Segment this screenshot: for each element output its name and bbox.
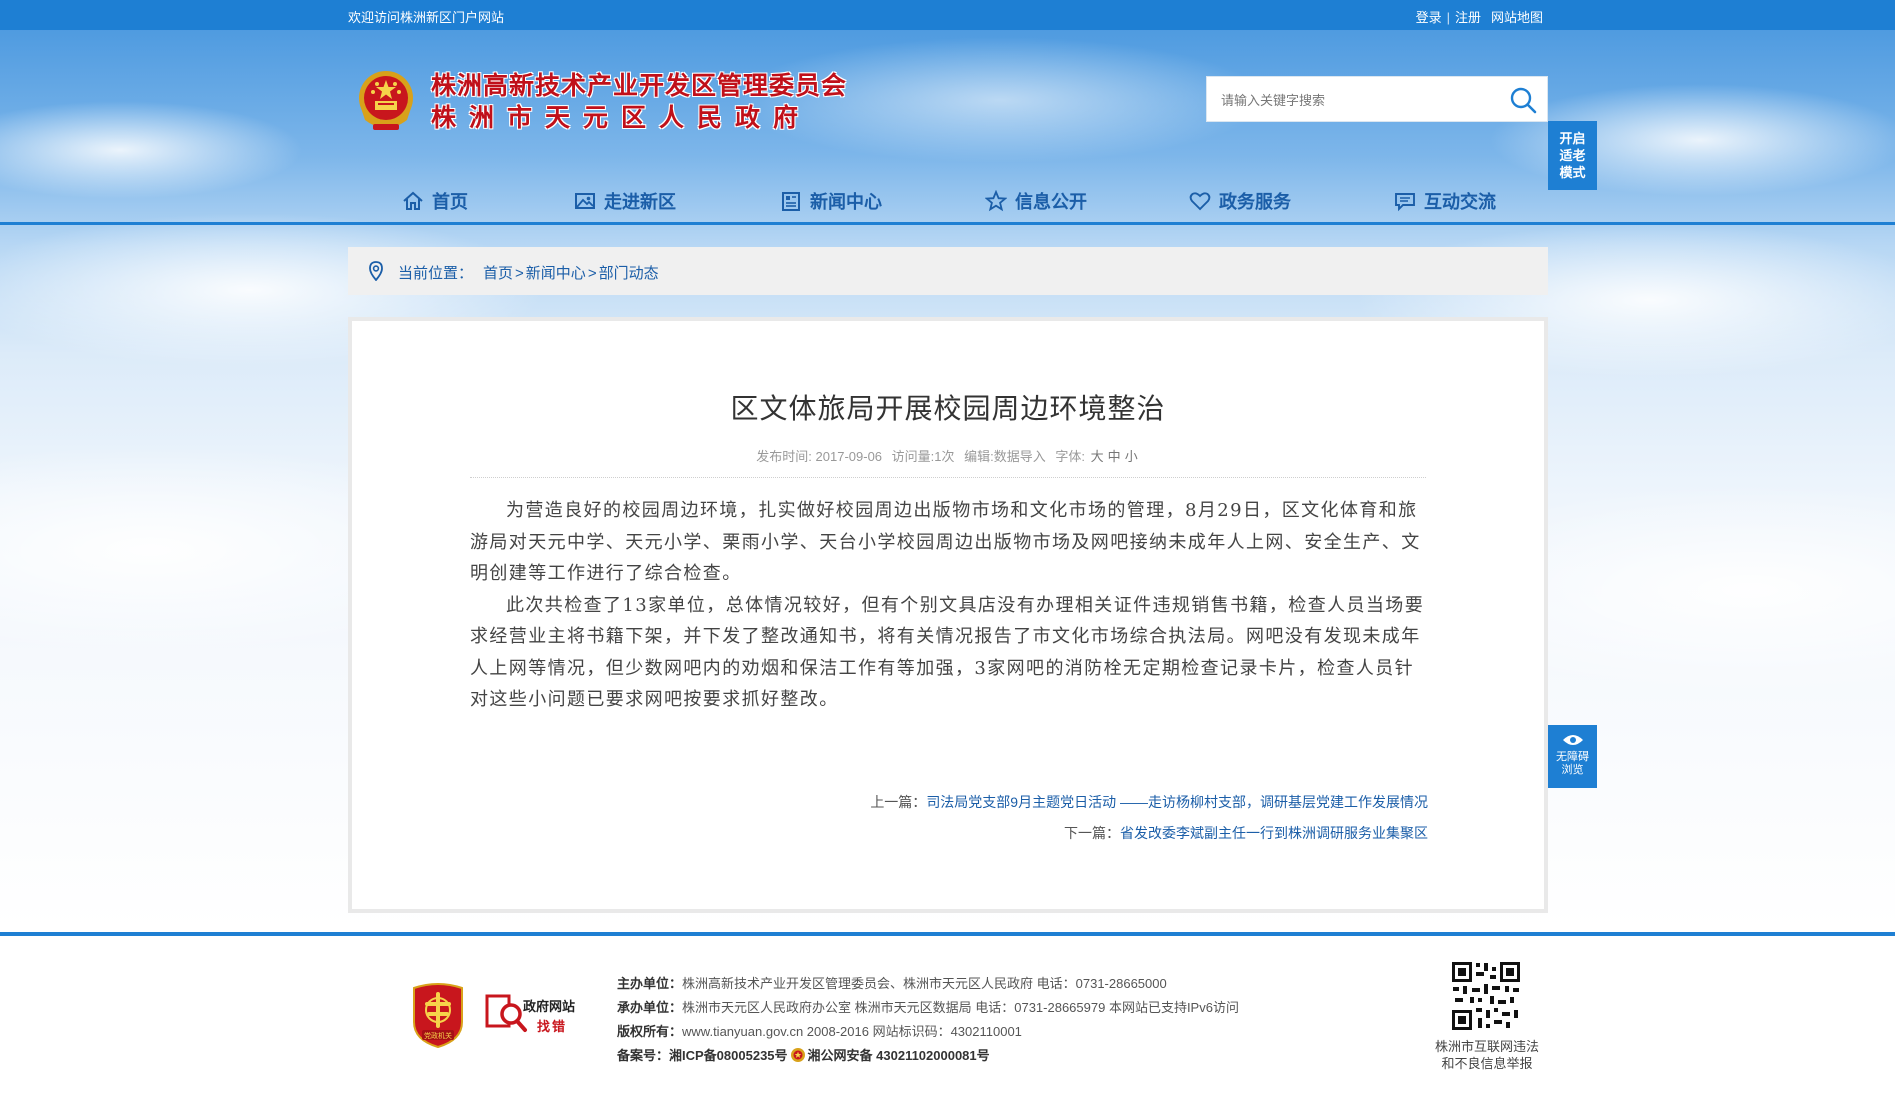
nav-item-news[interactable]: 新闻中心 [780, 188, 882, 214]
icp-label: 备案号： [617, 1048, 670, 1063]
breadcrumb-separator: > [587, 265, 597, 282]
breadcrumb-news-link[interactable]: 新闻中心 [526, 265, 586, 282]
org-text: 株洲市天元区人民政府办公室 株洲市天元区数据局 电话：0731-28665979… [682, 1000, 1239, 1015]
meta-views-label: 访问量: [891, 449, 935, 464]
party-gov-badge-icon[interactable]: 党政机关 [410, 982, 466, 1048]
meta-font-label: 字体: [1055, 449, 1086, 464]
meta-published-label: 发布时间: [756, 449, 812, 464]
elder-mode-label: 开启 [1559, 131, 1586, 146]
title-divider [470, 477, 1426, 478]
article-paragraph: 为营造良好的校园周边环境，扎实做好校园周边出版物市场和文化市场的管理，8月29日… [470, 500, 1421, 584]
meta-editor-label: 编辑: [964, 449, 994, 464]
org-label: 承办单位： [617, 1000, 683, 1015]
icp-link[interactable]: 湘ICP备08005235号 [669, 1048, 788, 1063]
star-icon [985, 190, 1007, 212]
eye-icon [1562, 735, 1583, 745]
elder-mode-label: 适老 [1559, 148, 1586, 163]
register-link[interactable]: 注册 [1455, 10, 1481, 25]
search-icon[interactable] [1509, 86, 1537, 114]
breadcrumb: 当前位置： 首页 > 新闻中心 > 部门动态 [348, 247, 1548, 295]
footer: 党政机关 政府网站 找错 主办单位：株洲高新技术产业开发区管理委员会、株洲市天元… [0, 936, 1895, 1093]
article-panel: 区文体旅局开展校园周边环境整治 发布时间: 2017-09-06 访问量:1次 … [348, 317, 1548, 913]
national-emblem-icon [359, 71, 413, 130]
qr-caption: 株洲市互联网违法 和不良信息举报 [1410, 1038, 1564, 1072]
accessibility-label: 无障碍 [1556, 751, 1589, 763]
article-title: 区文体旅局开展校园周边环境整治 [730, 393, 1166, 424]
next-label: 下一篇： [1064, 825, 1120, 841]
link-separator: | [1446, 10, 1450, 25]
nav-item-label: 政务服务 [1219, 192, 1291, 212]
search-input[interactable] [1221, 90, 1491, 110]
elder-mode-label: 模式 [1559, 165, 1586, 180]
breadcrumb-prefix: 当前位置： [398, 265, 474, 282]
host-label: 主办单位： [617, 976, 683, 991]
home-icon [403, 191, 423, 210]
next-article-link[interactable]: 省发改委李斌副主任一行到株洲调研服务业集聚区 [1120, 825, 1428, 841]
sitemap-link[interactable]: 网站地图 [1491, 10, 1543, 25]
nav-item-label: 首页 [432, 192, 468, 212]
chat-icon [1395, 193, 1415, 212]
picture-icon [575, 193, 595, 209]
badge-zf-line2: 找错 [537, 1019, 568, 1034]
footer-info: 主办单位：株洲高新技术产业开发区管理委员会、株洲市天元区人民政府 电话：0731… [617, 972, 1239, 1068]
nav-item-info[interactable]: 信息公开 [985, 188, 1087, 214]
logo-text: 株洲高新技术产业开发区管理委员会 株洲市天元区人民政府 [431, 70, 847, 134]
top-links: 登录 | 注册 网站地图 [1416, 7, 1543, 26]
qr-code-icon [1450, 960, 1522, 1032]
nav-item-label: 互动交流 [1424, 192, 1496, 212]
heart-icon [1189, 192, 1211, 211]
prev-label: 上一篇： [870, 794, 927, 810]
main-nav: 首页 走进新区 新闻中心 信息公开 政务服务 互动交流 [0, 180, 1895, 224]
location-pin-icon [369, 261, 383, 281]
nav-divider [0, 222, 1895, 225]
meta-editor: 数据导入 [993, 449, 1046, 464]
breadcrumb-dept-link[interactable]: 部门动态 [599, 265, 659, 282]
accessibility-label: 浏览 [1561, 764, 1584, 776]
qr-caption-line: 株洲市互联网违法 [1434, 1039, 1539, 1054]
logo-title-line2: 株洲市天元区人民政府 [431, 103, 812, 132]
nav-item-label: 新闻中心 [810, 192, 882, 212]
font-size-medium-button[interactable]: 中 [1108, 449, 1121, 464]
nav-item-interaction[interactable]: 互动交流 [1394, 188, 1496, 214]
article-body: 为营造良好的校园周边环境，扎实做好校园周边出版物市场和文化市场的管理，8月29日… [470, 495, 1430, 716]
gov-site-error-report-badge[interactable]: 政府网站 找错 [485, 988, 587, 1038]
welcome-text: 欢迎访问株洲新区门户网站 [348, 10, 505, 25]
article-prev-next: 上一篇：司法局党支部9月主题党日活动 ——走访杨柳村支部，调研基层党建工作发展情… [870, 787, 1428, 849]
meta-views: 1次 [934, 449, 955, 464]
search-box [1206, 76, 1548, 122]
host-text: 株洲高新技术产业开发区管理委员会、株洲市天元区人民政府 电话：0731-2866… [682, 976, 1167, 991]
site-logo[interactable]: 株洲高新技术产业开发区管理委员会 株洲市天元区人民政府 [355, 68, 885, 134]
newspaper-icon [782, 192, 800, 211]
top-bar: 欢迎访问株洲新区门户网站 登录 | 注册 网站地图 [0, 0, 1895, 30]
breadcrumb-home-link[interactable]: 首页 [483, 265, 513, 282]
nav-item-label: 走进新区 [604, 192, 676, 212]
police-record-link[interactable]: 湘公网安备 43021102000081号 [808, 1048, 990, 1063]
nav-item-about[interactable]: 走进新区 [574, 188, 676, 214]
article-paragraph: 此次共检查了13家单位，总体情况较好，但有个别文具店没有办理相关证件违规销售书籍… [470, 594, 1425, 711]
logo-title-line1: 株洲高新技术产业开发区管理委员会 [431, 71, 848, 100]
article-meta: 发布时间: 2017-09-06 访问量:1次 编辑:数据导入 字体: 大中小 [352, 446, 1544, 465]
meta-published: 2017-09-06 [815, 449, 883, 464]
accessibility-button[interactable]: 无障碍 浏览 [1548, 725, 1597, 788]
font-size-large-button[interactable]: 大 [1091, 449, 1104, 464]
breadcrumb-separator: > [515, 265, 524, 282]
nav-item-label: 信息公开 [1015, 192, 1087, 212]
nav-item-services[interactable]: 政务服务 [1189, 188, 1291, 214]
login-link[interactable]: 登录 [1416, 10, 1442, 25]
font-size-small-button[interactable]: 小 [1125, 449, 1138, 464]
police-badge-icon [790, 1048, 805, 1062]
copyright-text: www.tianyuan.gov.cn 2008-2016 网站标识码：4302… [682, 1024, 1022, 1039]
badge-zf-line1: 政府网站 [523, 999, 576, 1014]
badge-dang-text: 党政机关 [424, 1031, 452, 1040]
prev-article-link[interactable]: 司法局党支部9月主题党日活动 ——走访杨柳村支部，调研基层党建工作发展情况 [926, 794, 1428, 810]
qr-caption-line: 和不良信息举报 [1441, 1056, 1533, 1071]
nav-item-home[interactable]: 首页 [402, 188, 468, 214]
copyright-label: 版权所有： [617, 1024, 683, 1039]
